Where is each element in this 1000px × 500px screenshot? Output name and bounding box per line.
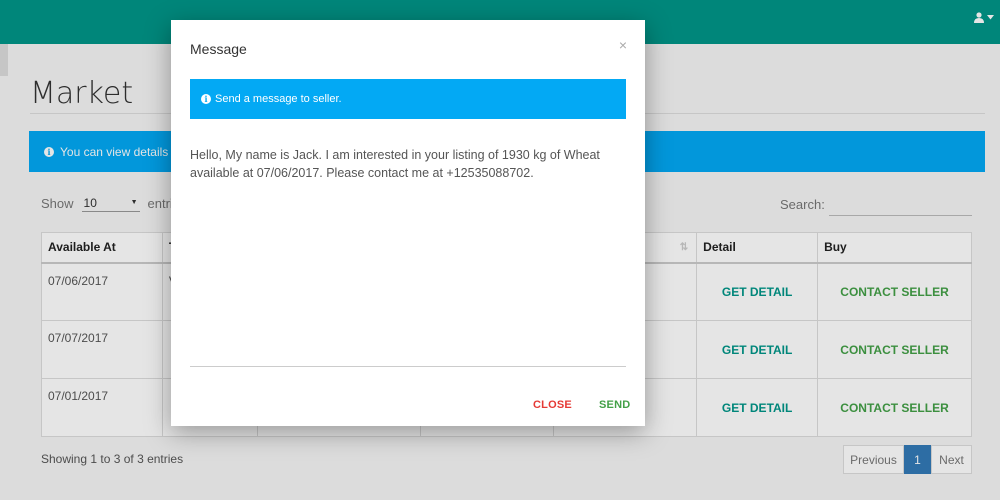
message-textarea[interactable]: Hello, My name is Jack. I am interested … (190, 146, 626, 366)
info-icon: i (201, 94, 211, 104)
modal-info-text: Send a message to seller. (215, 93, 342, 105)
modal-title: Message (190, 41, 247, 57)
modal-info-alert: i Send a message to seller. (190, 79, 626, 119)
message-modal: Message × i Send a message to seller. He… (171, 20, 645, 426)
send-button[interactable]: SEND (599, 399, 630, 411)
close-icon[interactable]: × (619, 37, 627, 53)
close-button[interactable]: CLOSE (533, 399, 572, 411)
textarea-underline (190, 366, 626, 367)
